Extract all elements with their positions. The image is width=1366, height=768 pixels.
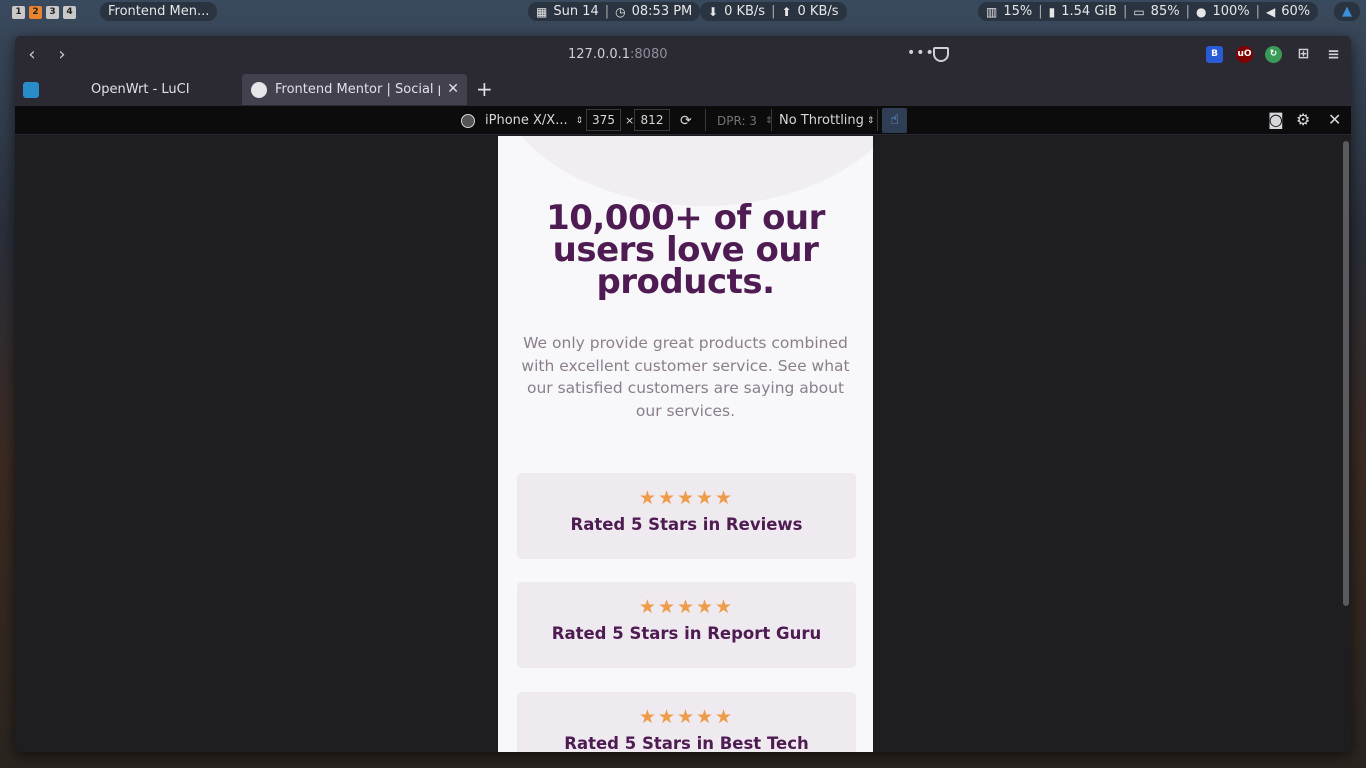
url-port: :8080 bbox=[630, 47, 668, 62]
browser-navbar: ‹ › 127.0.0.1:8080 ••• B uO ↻ ⊞ ≡ bbox=[15, 36, 1351, 74]
tab-frontend-mentor[interactable]: Frontend Mentor | Social pr ✕ bbox=[242, 74, 467, 105]
brightness-icon: ● bbox=[1195, 4, 1207, 19]
download-icon: ⬇ bbox=[708, 4, 719, 19]
throttling-selector[interactable]: No Throttling ⇕ bbox=[779, 106, 874, 135]
network-pill: ⬇ 0 KB/s | ⬆ 0 KB/s bbox=[700, 2, 847, 21]
dpr-selector[interactable]: DPR: 3 ⇕ bbox=[717, 106, 772, 135]
rating-card: ★★★★★ Rated 5 Stars in Report Guru bbox=[517, 582, 856, 668]
calendar-icon: ▦ bbox=[536, 4, 548, 19]
page-title: 10,000+ of our users love our products. bbox=[546, 198, 825, 302]
battery-level: 85% bbox=[1150, 4, 1180, 19]
cpu-usage: 15% bbox=[1003, 4, 1033, 19]
back-icon[interactable]: ‹ bbox=[21, 44, 43, 66]
net-down: 0 KB/s bbox=[724, 4, 766, 19]
time-text: 08:53 PM bbox=[631, 4, 693, 19]
rotate-device-icon[interactable]: ⟳ bbox=[680, 106, 692, 135]
workspace-2[interactable]: 2 bbox=[29, 5, 42, 19]
device-viewport: 10,000+ of our users love our products. … bbox=[498, 136, 873, 752]
close-tab-icon[interactable]: ✕ bbox=[447, 81, 459, 97]
star-rating-icon: ★★★★★ bbox=[638, 487, 735, 509]
rating-text: Rated 5 Stars in Best Tech bbox=[564, 734, 809, 752]
device-name: iPhone X/X... bbox=[485, 113, 568, 128]
star-rating-icon: ★★★★★ bbox=[638, 596, 735, 618]
throttling-label: No Throttling bbox=[779, 113, 864, 128]
viewport-width-input[interactable]: 375 bbox=[586, 109, 621, 131]
device-selector[interactable]: iPhone X/X... ⇕ bbox=[461, 106, 583, 135]
browser-window: ‹ › 127.0.0.1:8080 ••• B uO ↻ ⊞ ≡ OpenWr… bbox=[15, 36, 1351, 752]
date-text: Sun 14 bbox=[553, 4, 599, 19]
forward-icon[interactable]: › bbox=[51, 44, 73, 66]
memory-usage: 1.54 GiB bbox=[1061, 4, 1117, 19]
volume-icon[interactable]: ◀ bbox=[1266, 5, 1275, 19]
workspace-switcher: 1 2 3 4 bbox=[12, 5, 76, 19]
frontend-mentor-favicon-icon bbox=[251, 81, 267, 98]
volume-level: 60% bbox=[1281, 4, 1311, 19]
extensions-grid-icon[interactable]: ⊞ bbox=[1295, 46, 1312, 63]
rating-text: Rated 5 Stars in Report Guru bbox=[551, 624, 822, 643]
hamburger-menu-icon[interactable]: ≡ bbox=[1325, 46, 1342, 63]
background-decoration bbox=[498, 136, 873, 206]
bitwarden-extension-icon[interactable]: B bbox=[1206, 46, 1223, 63]
brightness-level: 100% bbox=[1212, 4, 1250, 19]
page-description: We only provide great products combined … bbox=[521, 334, 850, 420]
tab-label-openwrt: OpenWrt - LuCI bbox=[91, 82, 190, 97]
rating-card: ★★★★★ Rated 5 Stars in Best Tech bbox=[517, 692, 856, 752]
screenshot-camera-icon[interactable]: ◙ bbox=[1268, 110, 1284, 129]
workspace-3[interactable]: 3 bbox=[46, 5, 59, 19]
url-bar[interactable]: 127.0.0.1:8080 bbox=[568, 47, 668, 62]
cpu-chart-icon: ▥ bbox=[986, 4, 998, 19]
viewport-height-input[interactable]: 812 bbox=[634, 109, 670, 131]
rating-text: Rated 5 Stars in Reviews bbox=[570, 515, 803, 534]
settings-gear-icon[interactable]: ⚙ bbox=[1296, 110, 1310, 129]
window-title-pill[interactable]: Frontend Men... bbox=[100, 2, 218, 21]
device-chevron-icon: ⇕ bbox=[575, 115, 584, 126]
openwrt-favicon-icon bbox=[23, 81, 39, 98]
clock-icon: ◷ bbox=[615, 4, 626, 19]
system-bar: 1 2 3 4 Frontend Men... ▦ Sun 14 | ◷ 08:… bbox=[0, 0, 1366, 24]
touch-simulation-icon[interactable]: ☝ bbox=[882, 108, 907, 133]
dimension-separator: × bbox=[625, 114, 635, 127]
arch-logo-icon[interactable]: ▲ bbox=[1334, 2, 1360, 21]
upload-icon: ⬆ bbox=[781, 4, 792, 19]
viewport-scrollbar[interactable] bbox=[1343, 141, 1349, 606]
dpr-label: DPR: 3 bbox=[717, 113, 757, 128]
throttling-chevron-icon: ⇕ bbox=[866, 115, 875, 126]
sync-extension-icon[interactable]: ↻ bbox=[1265, 46, 1282, 63]
url-host: 127.0.0.1 bbox=[568, 47, 631, 62]
battery-icon: ▭ bbox=[1133, 4, 1145, 19]
close-rdm-icon[interactable]: ✕ bbox=[1328, 110, 1341, 129]
tab-openwrt[interactable]: OpenWrt - LuCI bbox=[23, 74, 243, 105]
pocket-icon[interactable] bbox=[933, 47, 949, 62]
status-pill: ▥ 15% | ▮ 1.54 GiB | ▭ 85% | ● 100% | ◀ … bbox=[978, 2, 1319, 21]
device-disabled-icon bbox=[461, 113, 475, 128]
workspace-4[interactable]: 4 bbox=[63, 5, 76, 19]
responsive-design-toolbar: iPhone X/X... ⇕ 375 × 812 ⟳ DPR: 3 ⇕ No … bbox=[15, 106, 1351, 135]
net-up: 0 KB/s bbox=[797, 4, 839, 19]
memory-icon: ▮ bbox=[1048, 4, 1056, 19]
tab-strip: OpenWrt - LuCI Frontend Mentor | Social … bbox=[15, 74, 1351, 106]
workspace-1[interactable]: 1 bbox=[12, 5, 25, 19]
clock-pill: ▦ Sun 14 | ◷ 08:53 PM bbox=[528, 2, 701, 21]
tab-label-frontend-mentor: Frontend Mentor | Social pr bbox=[275, 82, 440, 97]
star-rating-icon: ★★★★★ bbox=[638, 706, 735, 728]
new-tab-icon[interactable]: + bbox=[476, 77, 493, 101]
window-title: Frontend Men... bbox=[108, 4, 210, 19]
page-actions-icon[interactable]: ••• bbox=[907, 45, 935, 61]
rating-card: ★★★★★ Rated 5 Stars in Reviews bbox=[517, 473, 856, 559]
ublock-origin-icon[interactable]: uO bbox=[1236, 46, 1253, 63]
